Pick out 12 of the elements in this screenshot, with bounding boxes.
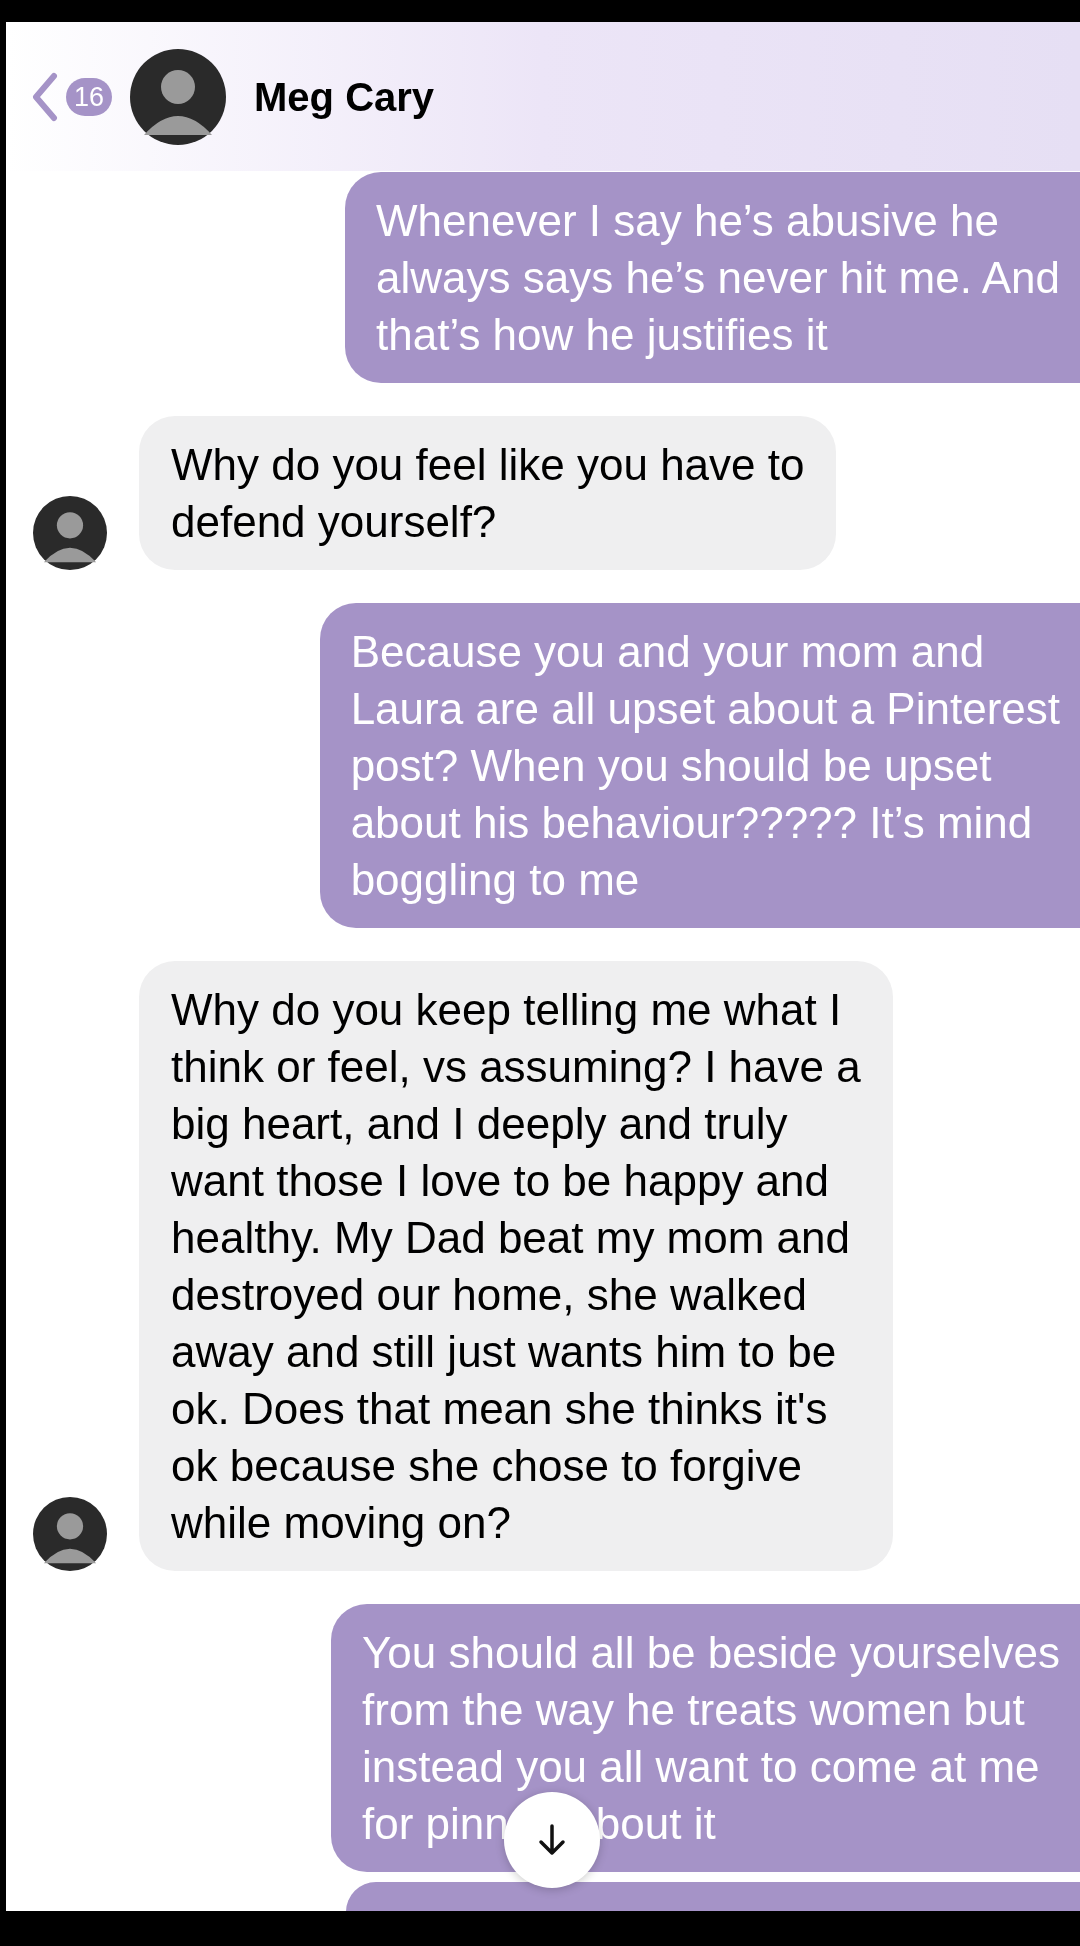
message-text: bout it — [595, 1798, 716, 1850]
message-text: Why do you feel like you have to defend yourself? — [171, 439, 805, 548]
message-text: Whenever I say he’s abusive he always says he’s never hit me. And that’s how he justifies it — [376, 195, 1060, 361]
message-text: for pinn — [362, 1798, 509, 1850]
avatar[interactable] — [130, 48, 227, 145]
back-chevron-icon[interactable] — [30, 71, 58, 122]
message-text: Because you and your mom and Laura are all upset about a Pinterest post? When you should be upset about his behaviour????? It’s mind boggling to me — [350, 626, 1060, 906]
avatar[interactable] — [33, 1497, 107, 1571]
message-text: Why do you keep telling me what I think or feel, vs assuming? I have a big heart, and I deeply and truly want those I love to be happy and healthy. My Dad beat my mom and destroyed our home, she walked away and still just wants him to be ok. Does that mean she thinks it's ok because she chose to forgive while moving on? — [171, 984, 861, 1549]
contact-name[interactable]: Meg Cary — [254, 66, 435, 127]
arrow-down-icon — [536, 1823, 567, 1857]
avatar[interactable] — [33, 496, 107, 570]
